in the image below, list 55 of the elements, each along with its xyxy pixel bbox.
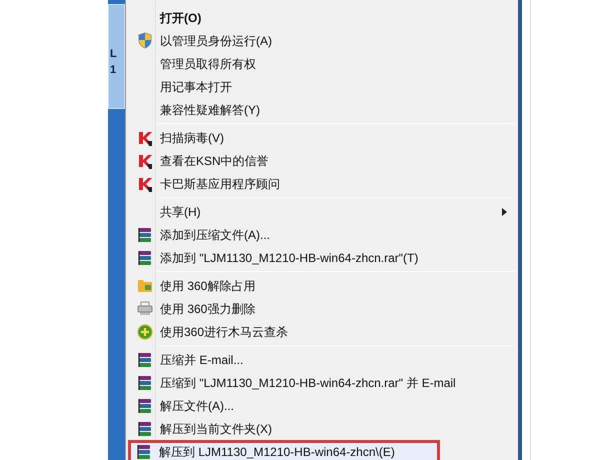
menu-item[interactable]: 使用 360解除占用	[129, 274, 515, 297]
menu-item-label: 添加到压缩文件(A)...	[160, 226, 270, 244]
shield-icon	[137, 32, 153, 49]
menu-item-label: 打开(O)	[160, 10, 202, 26]
menu-item-label: 解压到当前文件夹(X)	[160, 420, 272, 438]
k-logo-icon	[137, 176, 153, 192]
desktop-icon-highlight[interactable]: L 1	[108, 4, 125, 109]
printer-icon	[137, 301, 153, 316]
menu-item[interactable]: 解压文件(A)...	[129, 394, 515, 417]
menu-item-label: 解压到 LJM1130_M1210-HB-win64-zhcn\(E)	[159, 444, 395, 460]
menu-item[interactable]: 以管理员身份运行(A)	[129, 29, 515, 52]
menu-item[interactable]: 打开(O)	[129, 6, 515, 29]
books-icon	[136, 444, 152, 460]
books-icon	[137, 352, 153, 368]
menu-item-label: 共享(H)	[160, 204, 201, 220]
menu-item-label: 兼容性疑难解答(Y)	[160, 102, 260, 118]
menu-item-label: 以管理员身份运行(A)	[160, 32, 272, 50]
menu-item[interactable]: 用记事本打开	[129, 75, 515, 98]
menu-item-label: 使用 360强力删除	[160, 300, 256, 318]
books-icon	[137, 226, 153, 242]
menu-item-label: 用记事本打开	[160, 78, 232, 96]
books-icon	[137, 374, 153, 390]
books-icon	[137, 420, 153, 436]
menu-item[interactable]: 查看在KSN中的信誉	[129, 149, 515, 172]
menu-item[interactable]: 添加到 "LJM1130_M1210-HB-win64-zhcn.rar"(T)	[129, 246, 515, 269]
icon-label: L	[109, 46, 118, 62]
menu-item[interactable]: 添加到压缩文件(A)...	[129, 223, 515, 246]
menu-item-label: 卡巴斯基应用程序顾问	[160, 176, 280, 192]
books-icon	[137, 250, 153, 266]
menu-item-label: 添加到 "LJM1130_M1210-HB-win64-zhcn.rar"(T)	[160, 250, 418, 266]
plus-circle-icon	[137, 324, 153, 340]
menu-item-label: 管理员取得所有权	[160, 56, 256, 72]
menu-item[interactable]: 使用360进行木马云查杀	[129, 320, 515, 343]
menu-item-label: 查看在KSN中的信誉	[160, 152, 269, 170]
menu-item-label: 使用360进行木马云查杀	[160, 324, 288, 340]
menu-item[interactable]: 扫描病毒(V)	[129, 126, 515, 149]
menu-item-label: 使用 360解除占用	[160, 278, 256, 294]
menu-item[interactable]: 兼容性疑难解答(Y)	[129, 98, 515, 121]
menu-item-label: 扫描病毒(V)	[160, 130, 224, 146]
menu-item[interactable]: 解压到 LJM1130_M1210-HB-win64-zhcn\(E)	[128, 440, 440, 460]
menu-item[interactable]: 管理员取得所有权	[129, 52, 515, 75]
menu-item[interactable]: 解压到当前文件夹(X)	[129, 417, 515, 440]
icon-label: 1	[109, 62, 118, 78]
menu-item[interactable]: 压缩到 "LJM1130_M1210-HB-win64-zhcn.rar" 并 E-mail	[129, 371, 515, 394]
menu-item[interactable]: 共享(H)	[129, 200, 515, 223]
menu-item-label: 压缩并 E-mail...	[160, 352, 244, 368]
k-logo-icon	[137, 152, 153, 168]
menu-item[interactable]: 卡巴斯基应用程序顾问	[129, 172, 515, 195]
menu-item-label: 压缩到 "LJM1130_M1210-HB-win64-zhcn.rar" 并 E-mail	[160, 374, 456, 392]
k-logo-icon	[137, 130, 153, 146]
menu-item[interactable]: 压缩并 E-mail...	[129, 348, 515, 371]
books-icon	[137, 398, 153, 414]
menu-item[interactable]: 使用 360强力删除	[129, 297, 515, 320]
menu-item-label: 解压文件(A)...	[160, 398, 234, 414]
folder-icon	[137, 278, 153, 293]
